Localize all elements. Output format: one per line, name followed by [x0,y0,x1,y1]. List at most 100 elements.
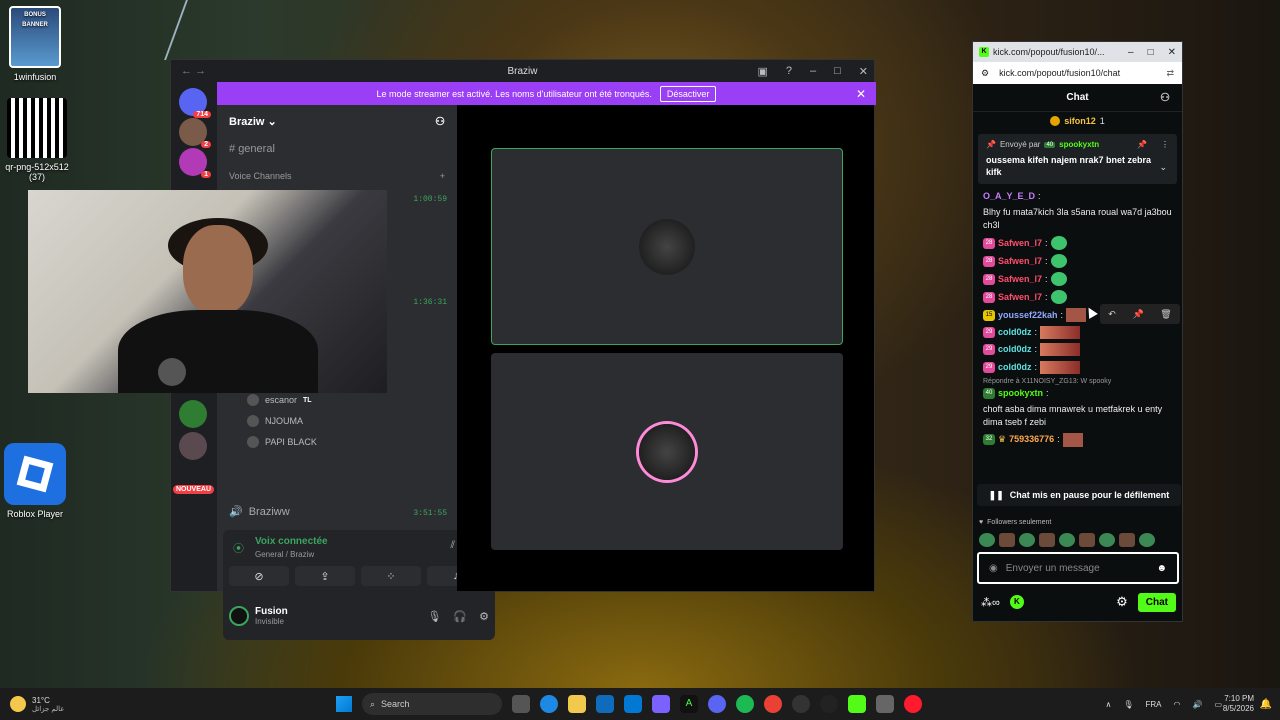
chat-message[interactable]: 29 cold0dz: [983,343,1172,357]
chat-message[interactable]: 28 Safwen_l7: [983,272,1172,287]
weather-widget[interactable]: 31°C عالم جزائل [10,696,64,713]
chat-message[interactable]: 28 Safwen_l7: [983,290,1172,305]
windows-start-icon[interactable] [336,696,352,712]
chrome-icon[interactable] [764,695,782,713]
microphone-icon[interactable]: 🎙 [427,610,441,623]
pinned-message[interactable]: 📌 Envoyé par 40 spookyxtn oussema kifeh naj… [978,134,1177,185]
file-explorer-icon[interactable] [568,695,586,713]
store-icon[interactable] [624,695,642,713]
signal-icon[interactable]: ⦿ [233,540,244,556]
chat-username[interactable]: cold0dz [998,361,1032,374]
server-icon[interactable] [179,432,207,460]
camera-off-button[interactable]: ⊘ [229,566,289,586]
chevron-up-icon[interactable]: ∧ [1105,700,1111,709]
emote[interactable] [1039,533,1055,547]
chat-input[interactable]: ◉ Envoyer un message ☻ [977,552,1179,584]
noise-suppression-icon[interactable]: ⫽ [451,540,455,551]
voice-location[interactable]: General / Braziw [255,550,314,559]
chat-message[interactable]: O_A_Y_E_D: Blhy fu mata7kich 3la s5ana r… [983,190,1172,232]
emote[interactable] [1139,533,1155,547]
chevron-down-icon[interactable]: ⌄ [1159,162,1167,173]
send-chat-button[interactable]: Chat [1137,592,1176,612]
chat-username[interactable]: spookyxtn [998,387,1043,400]
close-banner-icon[interactable]: ✕ [856,87,866,101]
kick-points-icon[interactable]: K [1009,595,1024,609]
back-forward-icons[interactable]: ← → [181,65,206,77]
video-tile[interactable] [491,148,843,345]
app-icon[interactable] [792,695,810,713]
chat-username[interactable]: cold0dz [998,326,1032,339]
desktop-icon-1winfusion[interactable]: BONUS BANNER 1winfusion [0,6,70,82]
points-icon[interactable]: ⁂∞ [981,596,1000,609]
reply-context[interactable]: Répondre à X11NOISY_ZG13: W spooky [983,378,1172,385]
headphones-icon[interactable]: 🎧 [453,610,467,623]
chat-message[interactable]: 29 cold0dz: [983,326,1172,340]
settings-gear-icon[interactable]: ⚙ [1116,594,1128,610]
voice-channels-header[interactable]: Voice Channels + [217,161,457,185]
kick-icon[interactable] [848,695,866,713]
maximize-button[interactable]: □ [834,65,841,78]
server-icon[interactable] [179,400,207,428]
volume-icon[interactable]: 🔊 [1192,700,1202,709]
translate-icon[interactable]: ⇄ [1166,68,1174,79]
add-member-icon[interactable]: ⚇ [435,115,445,128]
text-channel-general[interactable]: # general [217,137,457,161]
address-bar[interactable]: ⚙ kick.com/popout/fusion10/chat ⇄ [973,62,1182,84]
unpin-icon[interactable]: 📌 [1137,140,1147,149]
minimize-button[interactable]: – [810,65,816,78]
battery-icon[interactable]: ▭ [1214,700,1222,709]
desktop-icon-roblox[interactable]: Roblox Player [0,443,70,519]
chat-username[interactable]: cold0dz [998,343,1032,356]
reply-icon[interactable]: ↶ [1108,309,1116,320]
emoji-icon[interactable]: ☻ [1156,563,1167,574]
close-button[interactable]: ✕ [859,65,868,78]
chat-message[interactable]: 28 Safwen_l7: [983,236,1172,251]
chat-message[interactable]: 28 Safwen_l7: [983,254,1172,269]
spotify-icon[interactable] [736,695,754,713]
chat-username[interactable]: 759336776 [1009,433,1054,446]
emote[interactable] [979,533,995,547]
chat-username[interactable]: Safwen_l7 [998,237,1042,250]
server-header[interactable]: Braziw ⌄ ⚇ [217,105,457,137]
voice-user[interactable]: escanor TL [247,394,312,406]
pinned-by-user[interactable]: spookyxtn [1059,140,1099,149]
pin-icon[interactable]: 📌 [1132,309,1143,320]
chat-username[interactable]: O_A_Y_E_D [983,190,1035,203]
chat-paused-banner[interactable]: ❚❚ Chat mis en pause pour le défilement [977,484,1181,506]
settings-gear-icon[interactable]: ⚙ [479,610,489,623]
emote[interactable] [1119,533,1135,547]
add-channel-icon[interactable]: + [440,171,445,181]
taskbar-search[interactable]: ⌕ Search [362,693,502,715]
chat-username[interactable]: youssef22kah [998,309,1058,322]
language-indicator[interactable]: FRA [1145,700,1161,709]
emote[interactable] [1059,533,1075,547]
opera-icon[interactable] [904,695,922,713]
obs-icon[interactable] [820,695,838,713]
voice-channel-braziww[interactable]: 🔊 Braziww [229,505,290,519]
outlook-icon[interactable] [596,695,614,713]
delete-icon[interactable]: 🗑 [1160,309,1171,320]
chat-username[interactable]: Safwen_l7 [998,255,1042,268]
chat-message[interactable]: 40 spookyxtn: choft asba dima mnawrek u m… [983,387,1172,429]
discord-icon[interactable] [708,695,726,713]
emote[interactable] [1099,533,1115,547]
teams-icon[interactable] [652,695,670,713]
maximize-button[interactable]: □ [1148,47,1154,58]
chat-username[interactable]: Safwen_l7 [998,273,1042,286]
server-icon[interactable]: 1 [179,148,211,178]
chat-message[interactable]: 29 cold0dz: [983,360,1172,374]
emote[interactable] [1079,533,1095,547]
inbox-icon[interactable]: ▣ [757,65,767,78]
activities-button[interactable]: ⁘ [361,566,421,586]
terminal-icon[interactable]: A [680,695,698,713]
server-icon[interactable]: 2 [179,118,211,148]
voice-user[interactable]: PAPI BLACK [247,436,317,448]
microphone-icon[interactable]: 🎙 [1123,700,1133,709]
user-settings-icon[interactable]: ⚇ [1160,91,1170,104]
edge-icon[interactable] [540,695,558,713]
top-gifter[interactable]: sifon12 1 [973,112,1182,130]
avatar[interactable] [229,606,249,626]
disable-streamer-mode-button[interactable]: Désactiver [659,85,717,102]
desktop-icon-qr[interactable]: qr-png-512x512 (37) [2,98,72,182]
more-options-icon[interactable]: ⋮ [1161,140,1169,149]
